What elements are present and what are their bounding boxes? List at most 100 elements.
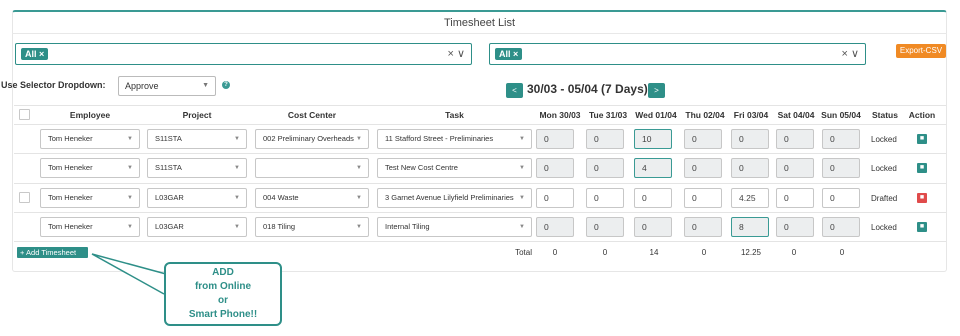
task-select-value: Test New Cost Centre: [385, 163, 458, 172]
total-label: Total: [515, 248, 532, 257]
hours-tue-input[interactable]: 0: [586, 158, 624, 178]
cost-center-select[interactable]: 002 Preliminary Overheads ▼: [255, 129, 369, 149]
employee-select[interactable]: Tom Heneker ▼: [40, 129, 140, 149]
total-sun: 0: [839, 248, 845, 257]
chevron-down-icon: ▼: [234, 165, 240, 171]
clear-dropdown-controls[interactable]: × ∨: [841, 47, 859, 61]
employee-select[interactable]: Tom Heneker ▼: [40, 188, 140, 208]
total-wed: 14: [649, 248, 659, 257]
lock-icon[interactable]: ■: [917, 222, 927, 232]
previous-week-button[interactable]: <: [506, 83, 523, 98]
callout-line: from Online: [194, 281, 252, 292]
chevron-down-icon: ▼: [519, 224, 525, 230]
hours-wed-input[interactable]: 0: [634, 217, 672, 237]
employee-select-value: Tom Heneker: [48, 193, 93, 202]
header-wed: Wed 01/04: [635, 110, 677, 120]
header-bottom-border: [14, 124, 946, 125]
hours-sun-input[interactable]: 0: [822, 158, 860, 178]
task-select[interactable]: Internal Tiling ▼: [377, 217, 532, 237]
cost-center-select[interactable]: 018 Tiling ▼: [255, 217, 369, 237]
trash-icon[interactable]: ■: [917, 193, 927, 203]
chevron-down-icon: ▼: [356, 165, 362, 171]
header-cost-center: Cost Center: [287, 110, 337, 120]
filter-tag[interactable]: All ×: [495, 48, 523, 60]
cost-center-select[interactable]: ▼: [255, 158, 369, 178]
task-select[interactable]: Test New Cost Centre ▼: [377, 158, 532, 178]
callout-box: ADD from Online or Smart Phone!!: [164, 262, 282, 326]
hours-fri-input[interactable]: 4.25: [731, 188, 769, 208]
header-task: Task: [445, 110, 464, 120]
task-select-value: 11 Stafford Street - Preliminaries: [385, 134, 494, 143]
hours-fri-input[interactable]: 0: [731, 129, 769, 149]
cost-center-select[interactable]: 004 Waste ▼: [255, 188, 369, 208]
header-sat: Sat 04/04: [777, 110, 815, 120]
hours-thu-input[interactable]: 0: [684, 129, 722, 149]
row-divider: [14, 183, 946, 184]
lock-icon[interactable]: ■: [917, 163, 927, 173]
hours-wed-input[interactable]: 0: [634, 188, 672, 208]
hours-mon-input[interactable]: 0: [536, 158, 574, 178]
hours-sun-input[interactable]: 0: [822, 217, 860, 237]
status-text: Locked: [871, 223, 897, 232]
employee-select-value: Tom Heneker: [48, 222, 93, 231]
project-select[interactable]: S11STA ▼: [147, 158, 247, 178]
hours-sun-input[interactable]: 0: [822, 188, 860, 208]
header-action: Action: [908, 110, 936, 120]
hours-tue-input[interactable]: 0: [586, 188, 624, 208]
callout-line: ADD: [212, 267, 234, 278]
task-select[interactable]: 3 Garnet Avenue Lilyfield Preliminaries ▼: [377, 188, 532, 208]
task-select[interactable]: 11 Stafford Street - Preliminaries ▼: [377, 129, 532, 149]
hours-fri-input[interactable]: 0: [731, 158, 769, 178]
help-icon[interactable]: ?: [222, 81, 230, 89]
chevron-down-icon: ▼: [127, 136, 133, 142]
hours-sat-input[interactable]: 0: [776, 217, 814, 237]
hours-wed-input[interactable]: 10: [634, 129, 672, 149]
status-text: Locked: [871, 164, 897, 173]
project-select[interactable]: S11STA ▼: [147, 129, 247, 149]
hours-mon-input[interactable]: 0: [536, 188, 574, 208]
hours-thu-input[interactable]: 0: [684, 188, 722, 208]
lock-icon[interactable]: ■: [917, 134, 927, 144]
hours-fri-input[interactable]: 8: [731, 217, 769, 237]
hours-mon-input[interactable]: 0: [536, 129, 574, 149]
total-fri: 12.25: [740, 248, 762, 257]
project-select[interactable]: L03GAR ▼: [147, 217, 247, 237]
hours-sat-input[interactable]: 0: [776, 129, 814, 149]
hours-sun-input[interactable]: 0: [822, 129, 860, 149]
employee-filter-select[interactable]: All × × ∨: [15, 43, 472, 65]
hours-mon-input[interactable]: 0: [536, 217, 574, 237]
total-sat: 0: [791, 248, 797, 257]
select-all-checkbox[interactable]: [19, 109, 30, 120]
export-csv-button[interactable]: Export-CSV: [896, 44, 946, 58]
hours-sat-input[interactable]: 0: [776, 158, 814, 178]
header-status: Status: [872, 110, 898, 120]
chevron-down-icon: ▼: [127, 224, 133, 230]
status-text: Drafted: [871, 194, 898, 203]
hours-thu-input[interactable]: 0: [684, 217, 722, 237]
row-divider: [14, 153, 946, 154]
approve-select[interactable]: Approve ▼: [118, 76, 216, 96]
hours-wed-input[interactable]: 4: [634, 158, 672, 178]
date-range: 30/03 - 05/04 (7 Days): [527, 82, 648, 96]
task-select-value: 3 Garnet Avenue Lilyfield Preliminaries: [385, 193, 514, 202]
employee-select[interactable]: Tom Heneker ▼: [40, 158, 140, 178]
callout-line: or: [218, 295, 228, 306]
chevron-down-icon: ▼: [356, 195, 362, 201]
employee-select[interactable]: Tom Heneker ▼: [40, 217, 140, 237]
project-select-value: L03GAR: [155, 193, 184, 202]
project-filter-select[interactable]: All × × ∨: [489, 43, 866, 65]
hours-thu-input[interactable]: 0: [684, 158, 722, 178]
row-checkbox[interactable]: [19, 192, 30, 203]
add-timesheet-button[interactable]: + Add Timesheet: [17, 247, 88, 258]
filter-tag[interactable]: All ×: [21, 48, 49, 60]
chevron-down-icon: ▼: [234, 136, 240, 142]
chevron-down-icon: ▼: [519, 136, 525, 142]
hours-tue-input[interactable]: 0: [586, 217, 624, 237]
project-select-value: S11STA: [155, 134, 182, 143]
hours-sat-input[interactable]: 0: [776, 188, 814, 208]
total-mon: 0: [552, 248, 558, 257]
project-select[interactable]: L03GAR ▼: [147, 188, 247, 208]
next-week-button[interactable]: >: [648, 83, 665, 98]
clear-dropdown-controls[interactable]: × ∨: [447, 47, 465, 61]
hours-tue-input[interactable]: 0: [586, 129, 624, 149]
